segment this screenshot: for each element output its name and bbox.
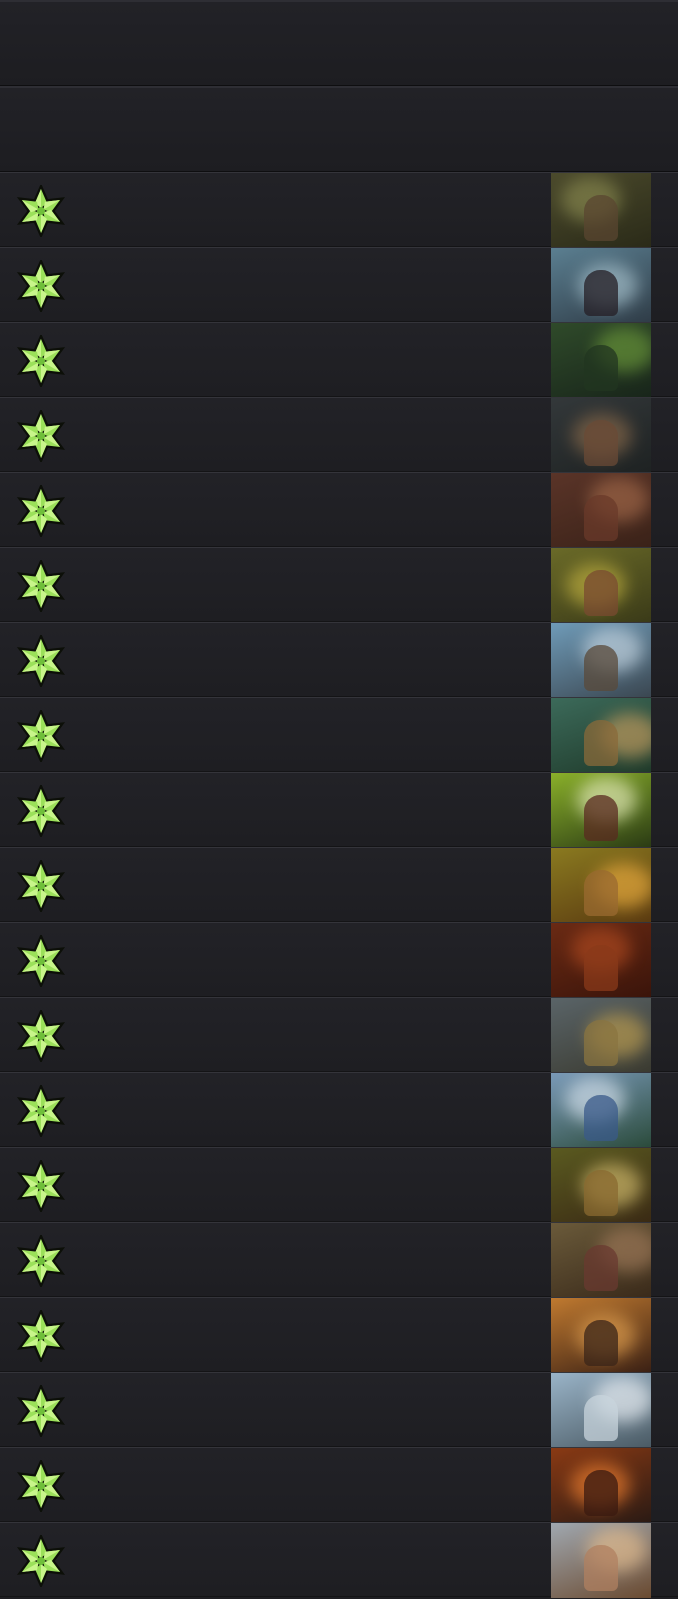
card-row[interactable] <box>0 322 678 398</box>
leaf-star-icon <box>15 1460 67 1512</box>
card-art-thumbnail <box>551 248 651 323</box>
leaf-star-icon <box>15 710 67 762</box>
card-row[interactable] <box>0 1072 678 1148</box>
card-row[interactable] <box>0 172 678 248</box>
card-art-thumbnail <box>551 173 651 248</box>
card-row[interactable] <box>0 547 678 623</box>
card-row[interactable] <box>0 397 678 473</box>
card-row[interactable] <box>0 622 678 698</box>
leaf-star-icon <box>15 485 67 537</box>
card-row[interactable] <box>0 1297 678 1373</box>
card-art-thumbnail <box>551 998 651 1073</box>
card-row[interactable] <box>0 997 678 1073</box>
leaf-star-icon <box>15 260 67 312</box>
leaf-star-icon <box>15 1160 67 1212</box>
card-row[interactable] <box>0 772 678 848</box>
card-list <box>0 172 678 1598</box>
leaf-star-icon <box>15 410 67 462</box>
card-row[interactable] <box>0 1522 678 1598</box>
leaf-star-icon <box>15 635 67 687</box>
card-list-screen <box>0 0 678 1599</box>
leaf-star-icon <box>15 1535 67 1587</box>
card-art-thumbnail <box>551 323 651 398</box>
card-art-thumbnail <box>551 623 651 698</box>
card-row[interactable] <box>0 922 678 998</box>
card-art-thumbnail <box>551 398 651 473</box>
card-art-thumbnail <box>551 773 651 848</box>
card-art-thumbnail <box>551 698 651 773</box>
card-art-thumbnail <box>551 1448 651 1523</box>
leaf-star-icon <box>15 1010 67 1062</box>
leaf-star-icon <box>15 1085 67 1137</box>
card-row[interactable] <box>0 1447 678 1523</box>
header-row-1 <box>0 0 678 86</box>
leaf-star-icon <box>15 1235 67 1287</box>
card-art-thumbnail <box>551 1148 651 1223</box>
leaf-star-icon <box>15 935 67 987</box>
leaf-star-icon <box>15 1385 67 1437</box>
card-art-thumbnail <box>551 923 651 998</box>
card-art-thumbnail <box>551 1298 651 1373</box>
card-art-thumbnail <box>551 1073 651 1148</box>
header-row-2 <box>0 86 678 172</box>
card-row[interactable] <box>0 1372 678 1448</box>
card-row[interactable] <box>0 247 678 323</box>
leaf-star-icon <box>15 785 67 837</box>
card-row[interactable] <box>0 847 678 923</box>
leaf-star-icon <box>15 335 67 387</box>
card-art-thumbnail <box>551 548 651 623</box>
leaf-star-icon <box>15 1310 67 1362</box>
leaf-star-icon <box>15 860 67 912</box>
leaf-star-icon <box>15 185 67 237</box>
card-row[interactable] <box>0 472 678 548</box>
card-row[interactable] <box>0 1147 678 1223</box>
leaf-star-icon <box>15 560 67 612</box>
card-art-thumbnail <box>551 1523 651 1598</box>
card-art-thumbnail <box>551 848 651 923</box>
card-row[interactable] <box>0 697 678 773</box>
card-row[interactable] <box>0 1222 678 1298</box>
card-art-thumbnail <box>551 1373 651 1448</box>
card-art-thumbnail <box>551 1223 651 1298</box>
card-art-thumbnail <box>551 473 651 548</box>
